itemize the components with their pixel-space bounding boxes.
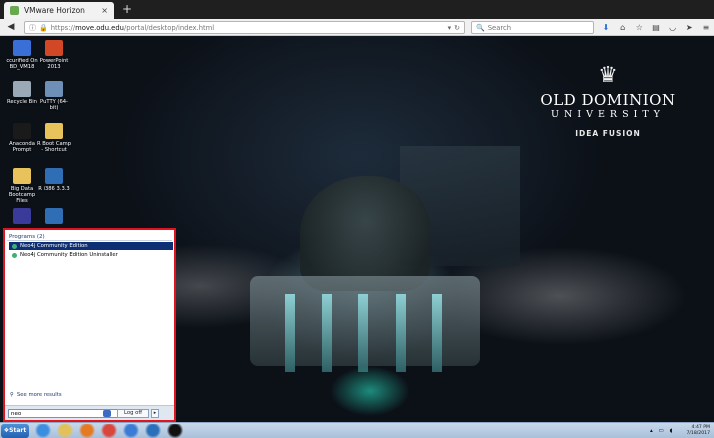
shortcut-label: PuTTY (64-bit) xyxy=(40,99,68,111)
terminal-icon xyxy=(13,123,31,139)
monitor-icon xyxy=(13,40,31,56)
system-tray: ▴ ▭ ◖ 4:47 PM 7/18/2017 xyxy=(650,425,714,437)
desktop-shortcut[interactable]: R Boot Camp - Shortcut xyxy=(36,123,72,153)
tab-vmware-horizon[interactable]: VMware Horizon × xyxy=(4,2,114,19)
desktop-shortcut[interactable]: PuTTY (64-bit) xyxy=(36,81,72,111)
desktop-shortcut[interactable]: Recycle Bin xyxy=(4,81,40,105)
desktop-shortcut[interactable] xyxy=(4,208,40,226)
logo-tagline: IDEA FUSION xyxy=(575,129,641,138)
crown-icon: ♛ xyxy=(598,63,618,88)
tray-icons[interactable]: ▴ ▭ ◖ xyxy=(650,428,674,434)
bookmarks-icon[interactable]: ▤ xyxy=(650,23,662,32)
programs-heading: Programs (2) xyxy=(9,234,45,240)
powerpoint-icon xyxy=(45,40,63,56)
folder-icon xyxy=(13,168,31,184)
url-host: move.odu.edu xyxy=(75,23,124,32)
shortcut-label: Anaconda Prompt xyxy=(9,141,35,153)
fountain-pillar xyxy=(358,294,368,372)
chrome-icon[interactable] xyxy=(100,424,118,438)
water-glow xyxy=(330,366,410,416)
search-icon: 🔍 xyxy=(476,23,485,32)
browser-navbar: ◀ ⓘ 🔒 https://move.odu.edu/portal/deskto… xyxy=(0,19,714,36)
vmware-favicon-icon xyxy=(10,6,19,15)
url-prefix: https:// xyxy=(50,23,76,32)
shortcut-label: Recycle Bin xyxy=(7,99,37,105)
shortcut-label: PowerPoint 2013 xyxy=(39,58,69,70)
desktop-shortcut[interactable]: PowerPoint 2013 xyxy=(36,40,72,70)
desktop-shortcut[interactable]: Big Data Bootcamp Files xyxy=(4,168,40,204)
menu-icon[interactable]: ≡ xyxy=(700,23,712,32)
site-info-icon[interactable]: ⓘ xyxy=(29,23,36,33)
network-icon[interactable] xyxy=(122,424,140,438)
tab-title: VMware Horizon xyxy=(24,6,85,15)
shortcut-label: Big Data Bootcamp Files xyxy=(8,186,36,204)
result-label: Neo4j Community Edition xyxy=(20,243,88,249)
result-neo4j-uninstaller[interactable]: Neo4j Community Edition Uninstaller xyxy=(9,251,173,259)
neo4j-icon[interactable] xyxy=(144,424,162,438)
browser-tab-strip: VMware Horizon × + xyxy=(0,0,714,19)
desktop-shortcut[interactable]: Anaconda Prompt xyxy=(4,123,40,153)
see-more-label: See more results xyxy=(16,392,62,398)
odu-logo: ♛ OLD DOMINION UNIVERSITY IDEA FUSION xyxy=(528,63,688,139)
putty-icon xyxy=(45,81,63,97)
clock-date: 7/18/2017 xyxy=(686,430,710,436)
file-explorer-icon[interactable] xyxy=(56,424,74,438)
url-text[interactable]: https://move.odu.edu/portal/desktop/inde… xyxy=(51,24,445,32)
url-path: /portal/desktop/index.html xyxy=(123,23,215,32)
shortcut-label: ccurified On BD_VM18 xyxy=(6,58,38,70)
clock[interactable]: 4:47 PM 7/18/2017 xyxy=(686,425,710,436)
pocket-icon[interactable]: ◡ xyxy=(667,23,679,32)
shutdown-options-button[interactable]: ▸ xyxy=(151,409,159,418)
download-icon[interactable]: ⬇ xyxy=(600,23,612,32)
result-neo4j-community-edition[interactable]: Neo4j Community Edition xyxy=(9,242,173,250)
fountain-pillar xyxy=(285,294,295,372)
desktop-shortcut[interactable] xyxy=(36,208,72,226)
clear-search-icon[interactable] xyxy=(103,410,111,417)
shortcut-label: R i386 3.3.3 xyxy=(38,186,70,192)
logo-name: OLD DOMINION xyxy=(540,91,676,109)
desktop-shortcut[interactable]: ccurified On BD_VM18 xyxy=(4,40,40,70)
taskbar: ❖Start ▴ ▭ ◖ 4:47 PM 7/18/2017 xyxy=(0,422,714,438)
start-menu-footer: Log off ▸ xyxy=(5,405,174,420)
shortcut-label: R Boot Camp - Shortcut xyxy=(37,141,71,153)
toolbar-icons: ⬇ ⌂ ☆ ▤ ◡ ➤ ≡ xyxy=(600,21,712,34)
recycle-bin-icon xyxy=(13,81,31,97)
start-label: Start xyxy=(9,427,27,434)
logo-university: UNIVERSITY xyxy=(551,109,665,120)
command-prompt-icon[interactable] xyxy=(166,424,184,438)
dropdown-icon[interactable]: ▾ xyxy=(448,24,452,32)
start-button[interactable]: ❖Start xyxy=(1,424,29,438)
bookmark-star-icon[interactable]: ☆ xyxy=(633,23,645,32)
lock-icon: 🔒 xyxy=(39,23,48,32)
r-logo-icon xyxy=(45,168,63,184)
fountain-pillar xyxy=(432,294,442,372)
new-tab-button[interactable]: + xyxy=(120,2,134,17)
start-menu: Programs (2) Neo4j Community Edition Neo… xyxy=(3,228,176,422)
folder-icon xyxy=(45,123,63,139)
internet-explorer-icon[interactable] xyxy=(34,424,52,438)
magnifier-icon: ⚲ xyxy=(10,392,14,398)
send-icon[interactable]: ➤ xyxy=(683,23,695,32)
r-logo-icon xyxy=(45,208,63,224)
home-icon[interactable]: ⌂ xyxy=(617,23,629,32)
search-bar[interactable]: 🔍 xyxy=(471,21,594,34)
neo4j-icon xyxy=(12,252,17,258)
fountain-pillar xyxy=(322,294,332,372)
back-arrow-icon[interactable]: ◀ xyxy=(4,21,18,34)
neo4j-icon xyxy=(12,243,17,249)
search-input[interactable] xyxy=(487,23,588,32)
url-bar[interactable]: ⓘ 🔒 https://move.odu.edu/portal/desktop/… xyxy=(24,21,465,34)
desktop-shortcut[interactable]: R i386 3.3.3 xyxy=(36,168,72,192)
reload-icon[interactable]: ↻ xyxy=(454,24,460,32)
tab-close-icon[interactable]: × xyxy=(101,6,108,15)
log-off-button[interactable]: Log off xyxy=(117,409,149,418)
lion-statue xyxy=(300,176,430,291)
app-icon xyxy=(13,208,31,224)
fountain-pillar xyxy=(396,294,406,372)
media-player-icon[interactable] xyxy=(78,424,96,438)
see-more-results-link[interactable]: ⚲ See more results xyxy=(10,392,62,398)
result-label: Neo4j Community Edition Uninstaller xyxy=(20,252,118,258)
